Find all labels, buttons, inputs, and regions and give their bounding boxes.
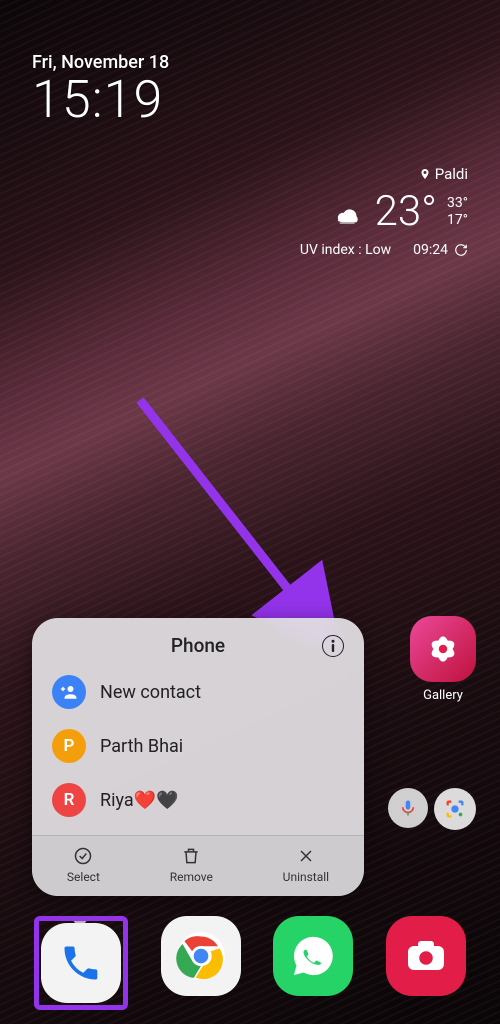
dock-whatsapp-app[interactable]	[273, 916, 353, 996]
highlight-box	[34, 916, 128, 1010]
contact-avatar: P	[52, 729, 86, 763]
uninstall-button[interactable]: Uninstall	[283, 846, 329, 884]
cloud-icon	[331, 199, 365, 225]
shortcut-label: New contact	[100, 682, 201, 703]
google-lens[interactable]	[434, 788, 476, 830]
uv-index: UV index : Low	[300, 242, 391, 258]
google-voice-search[interactable]	[388, 788, 428, 828]
weather-updated-time: 09:24	[413, 242, 448, 258]
app-label: Gallery	[410, 688, 476, 703]
dock	[0, 916, 500, 1010]
shortcut-new-contact[interactable]: New contact	[46, 665, 350, 719]
remove-button[interactable]: Remove	[170, 846, 213, 884]
info-icon	[328, 639, 338, 653]
time-text: 15:19	[32, 69, 169, 130]
shortcut-contact-parth[interactable]: P Parth Bhai	[46, 719, 350, 773]
app-context-menu: Phone New contact P Parth Bhai R Riya❤️🖤…	[32, 618, 364, 896]
app-gallery[interactable]: Gallery	[410, 616, 476, 703]
select-icon	[73, 846, 93, 866]
weather-location: Paldi	[300, 165, 468, 183]
temperature: 23°	[375, 187, 437, 236]
clock-widget[interactable]: Fri, November 18 15:19	[32, 52, 169, 130]
dock-camera-app[interactable]	[386, 916, 466, 996]
lens-icon	[444, 798, 466, 820]
chrome-icon	[175, 930, 227, 982]
popup-title: Phone	[74, 634, 322, 657]
refresh-icon[interactable]	[454, 243, 468, 257]
phone-icon	[59, 941, 103, 985]
mic-icon	[399, 797, 417, 819]
dock-phone-app[interactable]	[41, 923, 121, 1003]
shortcut-label: Parth Bhai	[100, 736, 183, 757]
whatsapp-icon	[290, 933, 336, 979]
gallery-flower-icon	[422, 628, 464, 670]
temp-high-low: 33° 17°	[447, 195, 468, 229]
contact-avatar: R	[52, 783, 86, 817]
weather-widget[interactable]: Paldi 23° 33° 17° UV index : Low 09:24	[300, 165, 468, 258]
shortcut-label: Riya❤️🖤	[100, 790, 178, 811]
add-contact-icon	[52, 675, 86, 709]
shortcut-contact-riya[interactable]: R Riya❤️🖤	[46, 773, 350, 827]
trash-icon	[181, 846, 201, 866]
camera-icon	[406, 940, 446, 972]
close-icon	[296, 846, 316, 866]
select-button[interactable]: Select	[67, 846, 100, 884]
pin-icon	[419, 167, 431, 181]
dock-chrome-app[interactable]	[161, 916, 241, 996]
app-info-button[interactable]	[322, 635, 344, 657]
